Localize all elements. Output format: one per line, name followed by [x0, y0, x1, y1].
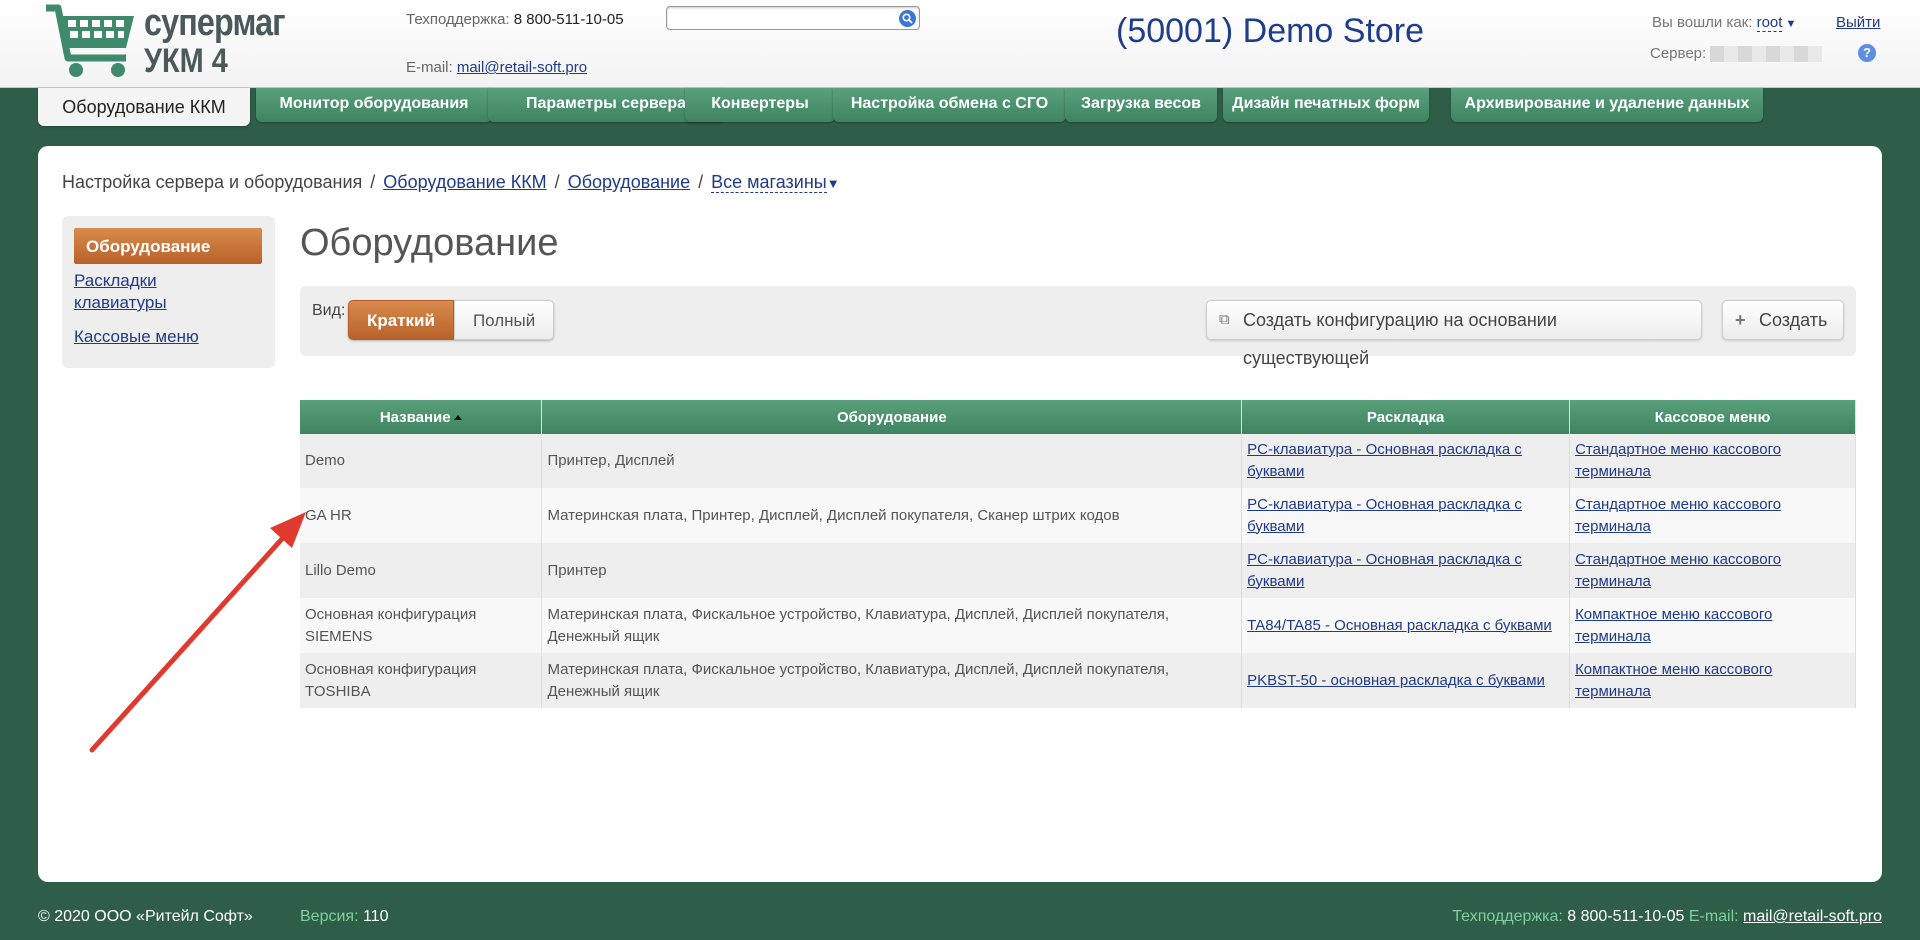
- column-header-label: Название: [379, 408, 451, 426]
- logo[interactable]: супермаг УКМ 4: [42, 0, 292, 80]
- footer: © 2020 ООО «Ритейл Софт» Версия: 110 Тех…: [0, 904, 1920, 934]
- menu-link[interactable]: Стандартное меню кассового терминала: [1575, 441, 1781, 480]
- page-title: Оборудование: [300, 222, 559, 264]
- cell-name: Основная конфигурация SIEMENS: [300, 598, 543, 653]
- store-selector[interactable]: Все магазины: [711, 172, 827, 193]
- server-info: Сервер:: [1650, 45, 1823, 63]
- tab-print-forms[interactable]: Дизайн печатных форм: [1223, 88, 1429, 122]
- cell-equipment: Принтер, Дисплей: [541, 434, 1243, 488]
- cell-name: Основная конфигурация TOSHIBA: [300, 653, 543, 708]
- plus-icon: +: [1735, 310, 1746, 330]
- create-button[interactable]: + Создать: [1722, 300, 1844, 340]
- view-short-button[interactable]: Краткий: [348, 300, 454, 340]
- tab-scales-load[interactable]: Загрузка весов: [1065, 88, 1217, 122]
- breadcrumb-equipment-kkm[interactable]: Оборудование ККМ: [383, 172, 546, 192]
- column-header-name[interactable]: Название: [300, 400, 543, 434]
- footer-support-phone: 8 800-511-10-05: [1567, 908, 1685, 925]
- equipment-table: Название Оборудование Раскладка Кассовое…: [300, 400, 1856, 708]
- create-from-existing-button[interactable]: ⧉ Создать конфигурацию на основании сущес…: [1206, 300, 1702, 368]
- cell-equipment: Материнская плата, Фискальное устройство…: [541, 598, 1243, 653]
- footer-email-link[interactable]: mail@retail-soft.pro: [1743, 908, 1882, 925]
- cell-equipment: Принтер: [541, 543, 1243, 598]
- tab-equipment-monitor[interactable]: Монитор оборудования: [256, 88, 492, 122]
- sidebar-item-keyboard-layouts[interactable]: Раскладки клавиатуры: [74, 270, 224, 314]
- support-phone: 8 800-511-10-05: [513, 11, 624, 28]
- footer-email-label: E-mail:: [1688, 908, 1739, 925]
- chevron-down-icon[interactable]: ▼: [1782, 18, 1796, 30]
- support-label: Техподдержка:: [406, 11, 510, 28]
- sort-asc-icon: [453, 415, 462, 421]
- table-row[interactable]: GA HR Материнская плата, Принтер, Диспле…: [300, 488, 1856, 543]
- cell-name: Lillo Demo: [300, 543, 543, 598]
- layout-link[interactable]: PC-клавиатура - Основная раскладка с бук…: [1247, 551, 1522, 590]
- sidebar-item-equipment[interactable]: Оборудование: [74, 228, 262, 264]
- table-row[interactable]: Demo Принтер, Дисплей PC-клавиатура - Ос…: [300, 434, 1856, 488]
- user-menu-button[interactable]: root: [1756, 14, 1783, 32]
- menu-link[interactable]: Компактное меню кассового терминала: [1575, 606, 1772, 645]
- layout-link[interactable]: PKBST-50 - основная раскладка с буквами: [1247, 672, 1545, 689]
- breadcrumb-root: Настройка сервера и оборудования: [62, 172, 363, 192]
- username: root: [1756, 14, 1783, 31]
- create-from-existing-label: Создать конфигурацию на основании сущест…: [1243, 310, 1557, 368]
- server-value-redacted: [1710, 46, 1823, 63]
- table-row[interactable]: Основная конфигурация SIEMENS Материнска…: [300, 598, 1856, 653]
- breadcrumb: Настройка сервера и оборудования / Оборудо…: [62, 172, 840, 193]
- footer-support-label: Техподдержка:: [1452, 908, 1563, 925]
- layout-link[interactable]: PC-клавиатура - Основная раскладка с бук…: [1247, 441, 1522, 480]
- logo-text-sub: УКМ 4: [144, 42, 228, 80]
- menu-link[interactable]: Стандартное меню кассового терминала: [1575, 496, 1781, 535]
- search-icon: [902, 13, 913, 24]
- user-info: Вы вошли как: root ▼: [1652, 14, 1796, 32]
- menu-link[interactable]: Компактное меню кассового терминала: [1575, 661, 1772, 700]
- table-header-row: Название Оборудование Раскладка Кассовое…: [300, 400, 1856, 434]
- view-toggle: Краткий Полный: [348, 300, 555, 340]
- copyright: © 2020 ООО «Ритейл Софт»: [38, 908, 253, 925]
- cell-name: GA HR: [300, 488, 543, 543]
- breadcrumb-equipment[interactable]: Оборудование: [568, 172, 690, 192]
- table-row[interactable]: Lillo Demo Принтер PC-клавиатура - Основ…: [300, 543, 1856, 598]
- logout-link[interactable]: Выйти: [1836, 14, 1880, 31]
- help-icon[interactable]: ?: [1858, 44, 1876, 62]
- chevron-down-icon[interactable]: ▼: [827, 176, 840, 191]
- version-info: Версия: 110: [300, 908, 388, 926]
- app-header: супермаг УКМ 4 Техподдержка: 8 800-511-1…: [0, 0, 1920, 88]
- store-title: (50001) Demo Store: [1116, 12, 1425, 50]
- layout-link[interactable]: PC-клавиатура - Основная раскладка с бук…: [1247, 496, 1522, 535]
- email-label: E-mail:: [406, 59, 453, 76]
- version-label: Версия:: [300, 908, 359, 925]
- cell-equipment: Материнская плата, Принтер, Дисплей, Дис…: [541, 488, 1243, 543]
- footer-support: Техподдержка: 8 800-511-10-05 E-mail: ma…: [1452, 908, 1882, 926]
- logged-in-label: Вы вошли как:: [1652, 14, 1753, 31]
- view-full-button[interactable]: Полный: [453, 300, 555, 340]
- cell-equipment: Материнская плата, Фискальное устройство…: [541, 653, 1243, 708]
- tab-archive-delete[interactable]: Архивирование и удаление данных: [1451, 88, 1763, 122]
- view-label: Вид:: [312, 302, 346, 319]
- tab-equipment-kkm[interactable]: Оборудование ККМ: [38, 88, 250, 126]
- toolbar: Вид: Краткий Полный ⧉ Создать конфигураци…: [300, 286, 1856, 368]
- column-header-menu[interactable]: Кассовое меню: [1569, 400, 1856, 434]
- create-label: Создать: [1759, 310, 1828, 330]
- version-value: 110: [362, 908, 389, 925]
- sidebar-item-cash-menus[interactable]: Кассовые меню: [74, 326, 199, 348]
- search-button[interactable]: [899, 10, 916, 27]
- column-header-layout[interactable]: Раскладка: [1241, 400, 1571, 434]
- header-contacts: Техподдержка: 8 800-511-10-05 E-mail: ma…: [406, 10, 624, 86]
- table-row[interactable]: Основная конфигурация TOSHIBA Материнска…: [300, 653, 1856, 708]
- copy-icon: ⧉: [1219, 311, 1230, 328]
- menu-link[interactable]: Стандартное меню кассового терминала: [1575, 551, 1781, 590]
- tab-converters[interactable]: Конвертеры: [685, 88, 835, 122]
- email-link[interactable]: mail@retail-soft.pro: [457, 59, 587, 76]
- content-panel: Настройка сервера и оборудования / Оборудо…: [38, 146, 1882, 882]
- cell-name: Demo: [300, 434, 543, 488]
- column-header-equipment[interactable]: Оборудование: [541, 400, 1243, 434]
- tab-sgo-exchange[interactable]: Настройка обмена с СГО: [833, 88, 1066, 122]
- cart-logo-icon: [46, 4, 134, 77]
- server-label: Сервер:: [1650, 45, 1707, 62]
- search-field[interactable]: [666, 6, 920, 30]
- sidebar: Оборудование Раскладки клавиатуры Кассов…: [62, 216, 275, 368]
- layout-link[interactable]: TA84/TA85 - Основная раскладка с буквами: [1247, 617, 1552, 634]
- logo-text-main: супермаг: [144, 2, 286, 44]
